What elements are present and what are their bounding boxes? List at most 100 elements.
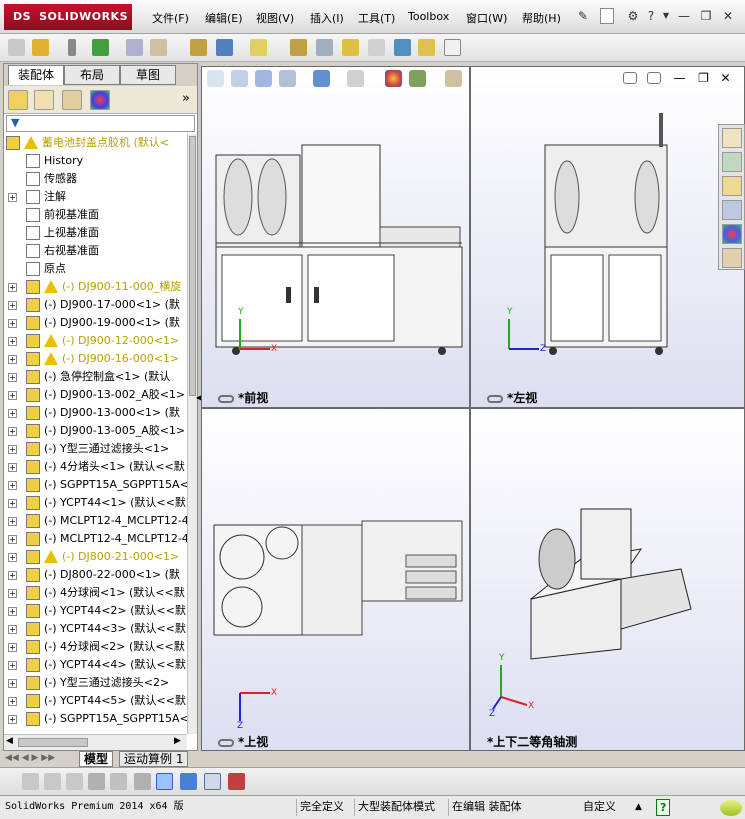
display-style-icon[interactable] [347,70,364,87]
tab-nav-arrows[interactable]: ◀◀ ◀ ▶ ▶▶ [5,753,55,763]
viewport-isometric[interactable]: Y X Z *上下二等角轴测 [470,408,745,751]
tree-item-component[interactable]: + (-) 4分球阀<2> (默认<<默 [4,638,187,656]
viewport-front[interactable]: Y X *前视 [201,66,470,408]
new-document-icon[interactable] [600,8,614,24]
link-views-icon[interactable] [218,394,234,403]
help-dropdown-icon[interactable]: ? [643,8,659,24]
tree-item-component[interactable]: + (-) DJ900-11-000_横旋 [4,278,187,296]
pin-icon[interactable]: ✎ [575,8,591,24]
expand-icon[interactable]: + [8,589,17,598]
tab-layout[interactable]: 布局 [64,65,120,85]
zoom-to-area-icon[interactable] [231,70,248,87]
menu-tools[interactable]: 工具(T) [358,10,395,26]
help-icon[interactable]: ? [656,799,671,816]
expand-icon[interactable]: + [8,283,17,292]
expand-icon[interactable]: + [8,661,17,670]
linear-pattern-icon[interactable] [92,39,109,56]
table-icon[interactable] [110,773,127,790]
new-motion-study-icon[interactable] [290,39,307,56]
tree-item-component[interactable]: + (-) Y型三通过滤接头<2> [4,674,187,692]
instant3d-icon[interactable] [394,39,411,56]
menu-help[interactable]: 帮助(H) [522,10,561,26]
section-view-icon[interactable] [279,70,296,87]
link-views-icon[interactable] [218,738,234,747]
tree-item-component[interactable]: + (-) MCLPT12-4_MCLPT12-4 [4,512,187,530]
insert-component-icon[interactable] [32,39,49,56]
tree-item-component[interactable]: + (-) SGPPT15A_SGPPT15A<1 [4,476,187,494]
expand-icon[interactable]: + [8,715,17,724]
link-views-icon[interactable] [487,394,503,403]
chevron-right-icon[interactable]: » [182,91,190,106]
menu-toolbox[interactable]: Toolbox [408,10,449,23]
scroll-right-icon[interactable]: ▶ [174,736,181,746]
tab-sketch[interactable]: 草图 [120,65,176,85]
tree-item-fixed[interactable]: 上视基准面 [4,224,187,242]
units-arrow-icon[interactable]: ▲ [632,799,645,816]
tree-item-component[interactable]: + (-) DJ900-17-000<1> (默 [4,296,187,314]
viewport-top[interactable]: X Z *上视 [201,408,470,751]
mate-icon[interactable] [68,39,76,56]
tree-item-component[interactable]: + (-) DJ900-13-005_A胶<1> [4,422,187,440]
tree-item-fixed[interactable]: History [4,152,187,170]
expand-icon[interactable]: + [8,571,17,580]
tab-assembly[interactable]: 装配体 [8,65,64,85]
tree-item-component[interactable]: + (-) YCPT44<5> (默认<<默 [4,692,187,710]
take-snapshot-icon[interactable] [444,39,461,56]
scroll-left-icon[interactable]: ◀ [6,736,13,746]
expand-icon[interactable]: + [8,535,17,544]
tree-item-fixed[interactable]: 前视基准面 [4,206,187,224]
expand-icon[interactable]: + [8,337,17,346]
previous-view-icon[interactable] [255,70,272,87]
chevron-down-icon[interactable]: ▼ [658,8,674,24]
view-orientation-icon[interactable] [313,70,330,87]
minimize-icon[interactable]: — [676,8,692,24]
show-hidden-icon[interactable] [190,39,207,56]
status-units[interactable]: 自定义 [580,799,619,816]
appearances-icon[interactable] [722,224,742,244]
viewport-close-icon[interactable]: ✕ [717,70,734,87]
hscroll-thumb[interactable] [18,738,88,747]
tree-item-fixed[interactable]: + 注解 [4,188,187,206]
scroll-thumb[interactable] [189,136,196,396]
solidworks-logo[interactable]: DS SOLIDWORKS [4,4,132,30]
assembly-features-icon[interactable] [216,39,233,56]
expand-icon[interactable]: + [8,409,17,418]
feature-manager-icon[interactable] [8,90,28,110]
expand-icon[interactable]: + [8,517,17,526]
tree-item-fixed[interactable]: 右视基准面 [4,242,187,260]
expand-icon[interactable]: + [8,625,17,634]
mirror-icon[interactable] [66,773,83,790]
tree-item-component[interactable]: + (-) DJ900-19-000<1> (默 [4,314,187,332]
close-icon[interactable]: ✕ [720,8,736,24]
view-palette-icon[interactable] [722,200,742,220]
expand-icon[interactable]: + [8,463,17,472]
menu-edit[interactable]: 编辑(E) [205,10,243,26]
display-grid-icon[interactable] [156,773,173,790]
two-view-icon[interactable] [647,72,661,84]
tree-item-component[interactable]: + (-) DJ900-16-000<1> [4,350,187,368]
move-component-icon[interactable] [150,39,167,56]
explode-line-icon[interactable] [368,39,385,56]
tree-item-component[interactable]: + (-) DJ900-12-000<1> [4,332,187,350]
single-view-icon[interactable] [623,72,637,84]
custom-properties-icon[interactable] [722,248,742,268]
tree-root-assembly[interactable]: 蓄电池封盖点胶机 (默认< [4,134,187,152]
expand-icon[interactable]: + [8,445,17,454]
expand-icon[interactable]: + [8,481,17,490]
tree-horizontal-scrollbar[interactable]: ◀ ▶ [4,734,187,750]
expand-icon[interactable]: + [8,391,17,400]
tree-item-component[interactable]: + (-) YCPT44<1> (默认<<默 [4,494,187,512]
expand-icon[interactable]: + [8,319,17,328]
expand-icon[interactable]: + [8,607,17,616]
shaded-view-icon[interactable] [180,773,197,790]
property-manager-icon[interactable] [34,90,54,110]
file-explorer-icon[interactable] [722,176,742,196]
save-icon[interactable] [228,773,245,790]
tree-item-fixed[interactable]: 原点 [4,260,187,278]
display-manager-icon[interactable] [90,90,110,110]
tree-item-component[interactable]: + (-) MCLPT12-4_MCLPT12-4 [4,530,187,548]
sketch-tool-icon[interactable] [22,773,39,790]
design-library-icon[interactable] [722,152,742,172]
tree-item-component[interactable]: + (-) 4分球阀<1> (默认<<默 [4,584,187,602]
expand-icon[interactable]: + [8,499,17,508]
